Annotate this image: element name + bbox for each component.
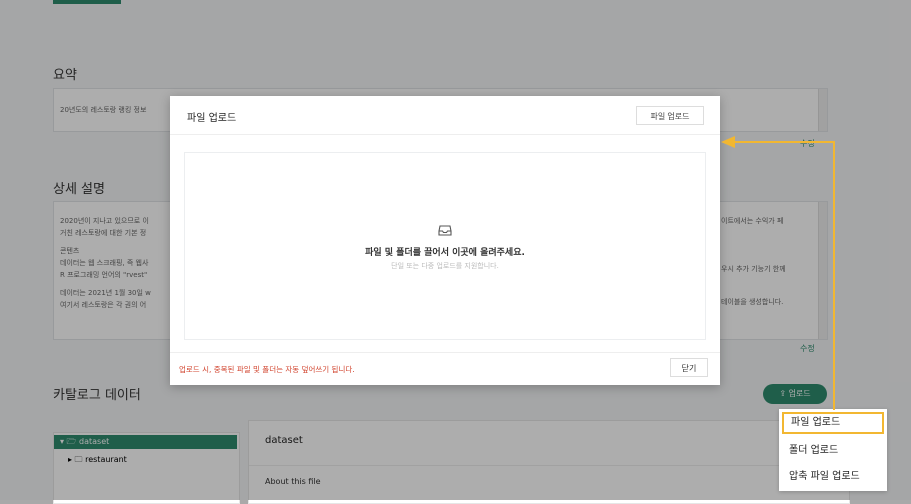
drop-zone[interactable]: 파일 및 폴더를 끌어서 이곳에 올려주세요. 단일 또는 다중 업로드를 지원… [184,152,706,340]
modal-divider [170,134,720,135]
annotation-line-vertical [833,141,835,410]
annotation-arrow-icon [721,136,735,148]
drop-sub-text: 단일 또는 다중 업로드를 지원합니다. [391,262,499,270]
modal-footer-divider [170,352,720,353]
header-file-upload-button[interactable]: 파일 업로드 [636,106,704,125]
close-button[interactable]: 닫기 [670,358,708,377]
drop-main-text: 파일 및 폴더를 끌어서 이곳에 올려주세요. [365,248,525,258]
modal-title: 파일 업로드 [187,113,237,124]
overwrite-warning: 업로드 시, 중복된 파일 및 폴더는 자동 덮어쓰기 됩니다. [179,365,355,374]
inbox-icon [438,225,452,236]
upload-dropdown-menu: 파일 업로드 폴더 업로드 압축 파일 업로드 [779,409,887,491]
file-upload-modal: 파일 업로드 파일 업로드 파일 및 폴더를 끌어서 이곳에 올려주세요. 단일… [170,96,720,385]
menu-item-file-upload[interactable]: 파일 업로드 [782,412,884,434]
menu-item-zip-upload[interactable]: 압축 파일 업로드 [782,466,884,488]
menu-item-folder-upload[interactable]: 폴더 업로드 [782,440,884,462]
annotation-line-horizontal [732,141,835,143]
